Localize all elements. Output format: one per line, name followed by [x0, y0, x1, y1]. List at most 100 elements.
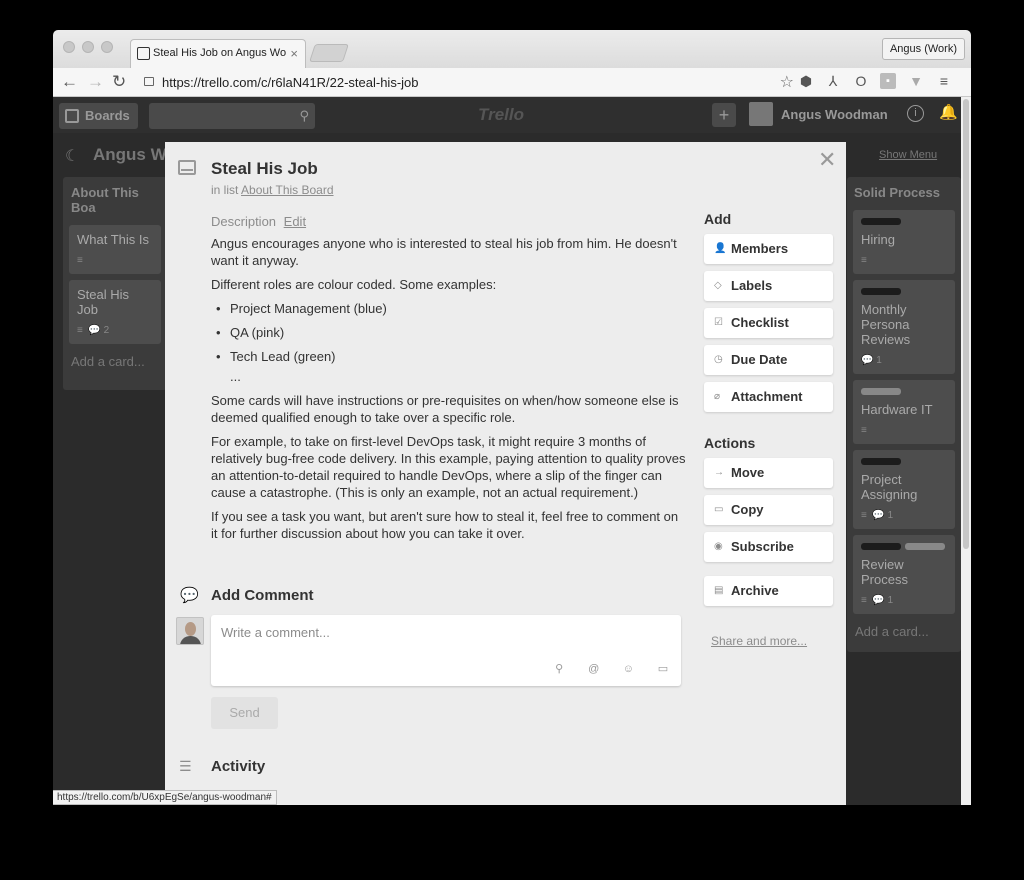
minimize-window-button[interactable] — [82, 41, 94, 53]
header-search[interactable]: ⚲ — [149, 103, 315, 129]
list-item: Project Management (blue) — [211, 300, 687, 317]
list-title[interactable]: Solid Process — [847, 177, 961, 204]
trello-logo[interactable]: Trello — [478, 105, 524, 125]
roles-list: Project Management (blue) QA (pink) Tech… — [211, 300, 687, 365]
list-card[interactable]: Hiring ≡ — [853, 210, 955, 274]
list-card[interactable]: Steal His Job ≡ 💬 2 — [69, 280, 161, 344]
eye-icon: ◉ — [714, 541, 723, 552]
description-paragraph: Different roles are colour coded. Some e… — [211, 277, 497, 292]
description-icon: ≡ — [861, 255, 867, 266]
in-list-link[interactable]: About This Board — [241, 183, 334, 197]
send-button[interactable]: Send — [211, 697, 278, 729]
info-icon[interactable]: i — [907, 105, 924, 122]
list-title[interactable]: About This Boa — [63, 177, 167, 219]
boards-label: Boards — [85, 108, 130, 123]
close-tab-icon[interactable]: × — [290, 46, 298, 61]
archive-box-icon: ▤ — [714, 585, 724, 596]
comment-count: 1 — [887, 510, 894, 521]
menu-icon[interactable]: ≡ — [936, 73, 952, 89]
boards-icon — [65, 109, 79, 123]
card-badges: ≡ 💬 1 — [861, 595, 894, 606]
board-title[interactable]: Angus W — [93, 145, 167, 165]
add-card-link[interactable]: Add a card... — [63, 344, 167, 377]
description-label: Description — [211, 214, 277, 229]
scrollbar-thumb[interactable] — [963, 99, 969, 549]
star-board-icon[interactable]: ☾ — [65, 146, 79, 166]
page-scrollbar[interactable] — [961, 97, 971, 805]
close-window-button[interactable] — [63, 41, 75, 53]
move-button[interactable]: → Move — [704, 458, 833, 488]
card-title: Project Assigning — [861, 472, 918, 502]
add-card-link[interactable]: Add a card... — [847, 614, 961, 647]
card-badges: ≡ 💬 1 — [861, 510, 894, 521]
extension-square-icon[interactable]: ▪ — [880, 73, 896, 89]
extension-opera-icon[interactable]: O — [853, 73, 869, 89]
extension-vee-icon[interactable]: ▼ — [908, 73, 924, 89]
avatar[interactable] — [176, 617, 204, 645]
add-comment-title: Add Comment — [211, 587, 314, 604]
mention-icon[interactable]: @ — [588, 663, 600, 675]
archive-button[interactable]: ▤ Archive — [704, 576, 833, 606]
list-about-this-board: About This Boa What This Is ≡ Steal His … — [63, 177, 167, 390]
due-date-button[interactable]: ◷ Due Date — [704, 345, 833, 375]
button-label: Checklist — [731, 315, 789, 330]
button-label: Members — [731, 241, 789, 256]
card-link-icon[interactable]: ▭ — [657, 662, 669, 675]
add-heading: Add — [704, 211, 732, 227]
description-paragraph: Some cards will have instructions or pre… — [211, 393, 679, 425]
reload-icon[interactable]: ↻ — [112, 71, 126, 93]
labels-button[interactable]: ◇ Labels — [704, 271, 833, 301]
extension-gear-icon[interactable]: ⬢ — [798, 73, 814, 89]
trello-header: Boards ⚲ Trello + Angus Woodman i 🔔 — [53, 97, 961, 133]
add-board-button[interactable]: + — [712, 103, 736, 127]
list-card[interactable]: Review Process ≡ 💬 1 — [853, 535, 955, 614]
browser-titlebar: Steal His Job on Angus Wo × Angus (Work) — [53, 30, 971, 68]
show-menu-link[interactable]: Show Menu — [879, 149, 937, 161]
card-title[interactable]: Steal His Job — [211, 159, 318, 179]
bookmark-star-icon[interactable]: ☆ — [780, 71, 794, 94]
notification-bell-icon[interactable]: 🔔 — [939, 103, 958, 121]
person-icon: 👤 — [714, 243, 727, 254]
members-button[interactable]: 👤 Members — [704, 234, 833, 264]
forward-arrow-icon[interactable]: → — [87, 71, 104, 93]
back-arrow-icon[interactable]: ← — [61, 71, 78, 93]
list-card[interactable]: Project Assigning ≡ 💬 1 — [853, 450, 955, 529]
new-tab-button[interactable] — [309, 44, 349, 62]
share-and-more-link[interactable]: Share and more... — [711, 634, 807, 648]
card-description: Angus encourages anyone who is intereste… — [211, 235, 687, 549]
browser-tab[interactable]: Steal His Job on Angus Wo × — [130, 39, 306, 68]
emoji-icon[interactable]: ☺ — [622, 663, 634, 675]
attachment-button[interactable]: ⌀ Attachment — [704, 382, 833, 412]
button-label: Archive — [731, 583, 779, 598]
close-icon[interactable]: ✕ — [818, 147, 836, 173]
user-name[interactable]: Angus Woodman — [781, 107, 888, 122]
comment-count: 1 — [887, 595, 894, 606]
boards-button[interactable]: Boards — [59, 103, 138, 129]
card-icon — [178, 160, 196, 175]
extension-lambda-icon[interactable]: ⅄ — [825, 73, 841, 89]
card-label — [904, 543, 945, 550]
description-header: Description Edit — [211, 214, 306, 229]
card-label — [861, 288, 901, 295]
copy-button[interactable]: ▭ Copy — [704, 495, 833, 525]
address-bar[interactable]: https://trello.com/c/r6laN41R/22-steal-h… — [140, 71, 794, 94]
list-card[interactable]: Hardware IT ≡ — [853, 380, 955, 444]
comment-input[interactable] — [211, 615, 681, 655]
user-avatar[interactable] — [749, 102, 773, 126]
attach-icon[interactable]: ⚲ — [553, 662, 565, 675]
address-url: https://trello.com/c/r6laN41R/22-steal-h… — [162, 75, 419, 90]
edit-description-link[interactable]: Edit — [284, 214, 306, 229]
lock-icon — [144, 77, 154, 86]
description-paragraph: For example, to take on first-level DevO… — [211, 434, 686, 500]
list-card[interactable]: What This Is ≡ — [69, 225, 161, 274]
list-card[interactable]: Monthly Persona Reviews 💬 1 — [853, 280, 955, 374]
card-title: Steal His Job — [77, 287, 130, 317]
checklist-button[interactable]: ☑ Checklist — [704, 308, 833, 338]
profile-button[interactable]: Angus (Work) — [881, 38, 965, 60]
maximize-window-button[interactable] — [101, 41, 113, 53]
avatar-head — [185, 622, 196, 636]
card-list-info: in list About This Board — [211, 183, 334, 197]
subscribe-button[interactable]: ◉ Subscribe — [704, 532, 833, 562]
list-item: Tech Lead (green) — [211, 348, 687, 365]
comment-count: 1 — [876, 355, 882, 366]
